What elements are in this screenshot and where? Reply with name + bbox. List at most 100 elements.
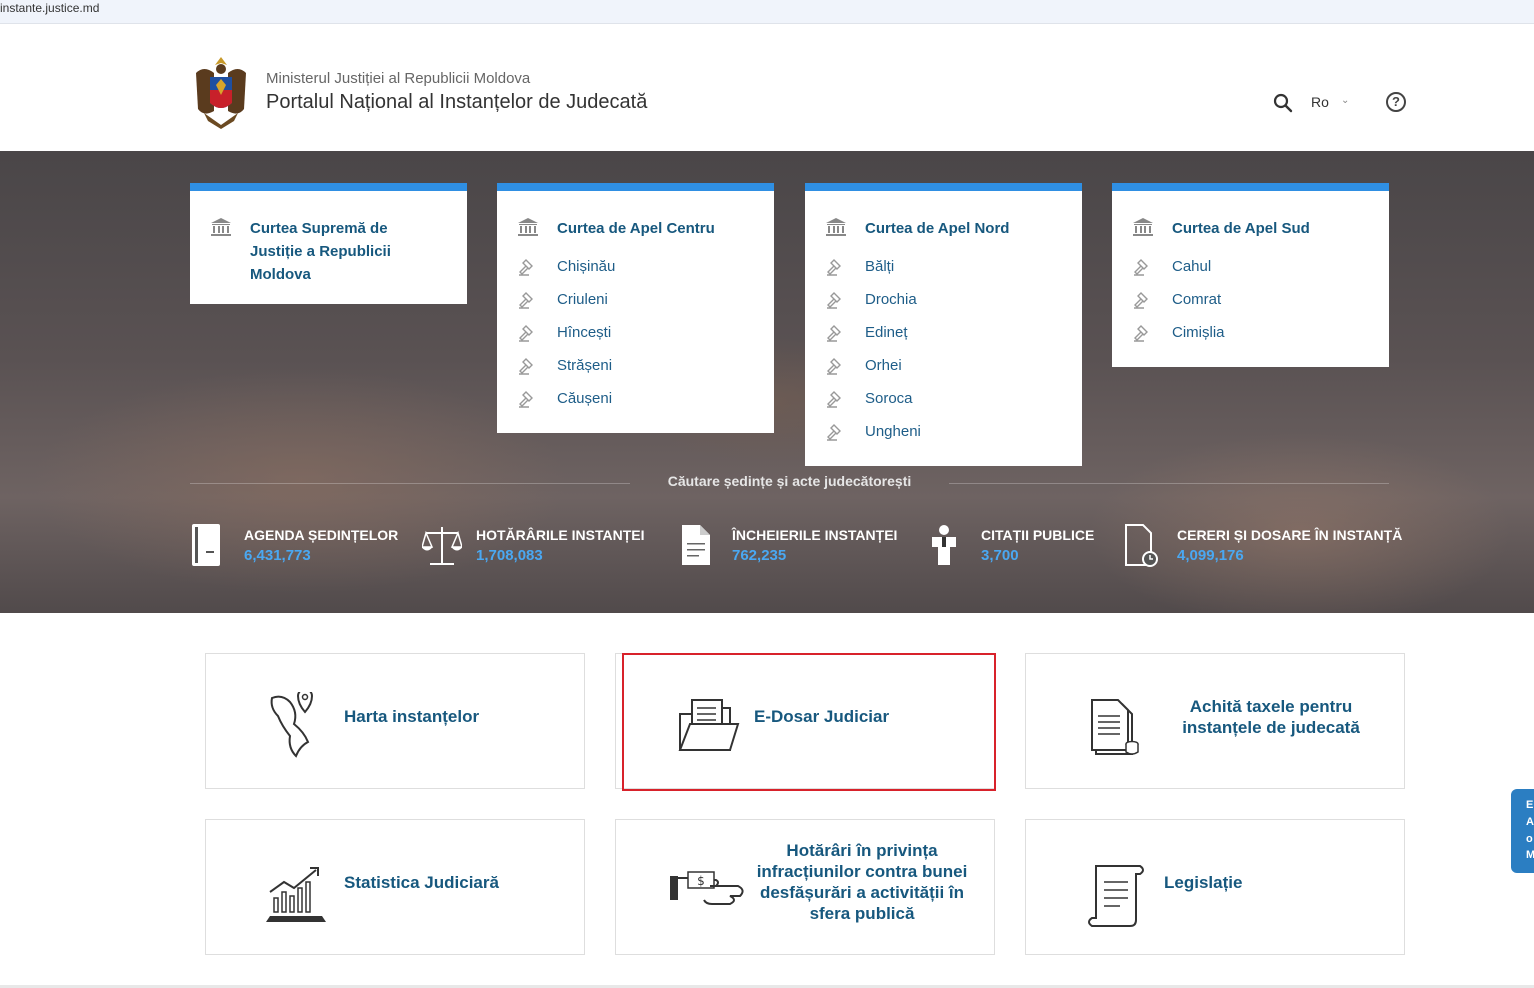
court-link-label: Chișinău <box>557 258 616 275</box>
chevron-down-icon[interactable]: ⌄ <box>1341 95 1349 106</box>
tile-label: E-Dosar Judiciar <box>754 707 890 726</box>
file-clock-icon <box>1125 524 1158 567</box>
gavel-icon <box>827 324 841 342</box>
court-link-drochia[interactable]: Drochia <box>825 283 1062 316</box>
court-link-label: Cimișlia <box>1172 324 1225 341</box>
tile-label: Achită taxele pentru instanțele de judeca… <box>1166 696 1376 738</box>
court-link-label: Orhei <box>865 357 902 374</box>
language-selector[interactable]: Ro <box>1311 94 1329 110</box>
court-title-nord[interactable]: Curtea de Apel Nord <box>865 217 1009 240</box>
stat-cereri[interactable]: CERERI ȘI DOSARE ÎN INSTANȚĂ 4,099,176 <box>1123 523 1402 567</box>
scroll-icon <box>1088 865 1144 927</box>
court-title-sud[interactable]: Curtea de Apel Sud <box>1172 217 1310 240</box>
tile-label-line: desfășurări a activității în <box>759 883 965 902</box>
court-link-balti[interactable]: Bălți <box>825 250 1062 283</box>
court-link-comrat[interactable]: Comrat <box>1132 283 1369 316</box>
stat-label: CITAȚII PUBLICE <box>981 526 1095 543</box>
url-text: instante.justice.md <box>0 1 100 15</box>
folder-icon <box>678 699 740 751</box>
court-title-centru[interactable]: Curtea de Apel Centru <box>557 217 715 240</box>
court-link-soroca[interactable]: Soroca <box>825 382 1062 415</box>
tile-label-line: Hotărâri în privința <box>786 841 938 860</box>
court-link-label: Hîncești <box>557 324 612 341</box>
court-link-orhei[interactable]: Orhei <box>825 349 1062 382</box>
moldova-coat-of-arms-icon[interactable] <box>190 51 252 131</box>
gavel-icon <box>1134 324 1148 342</box>
stat-label: AGENDA ȘEDINȚELOR <box>244 526 399 543</box>
court-link-label: Cahul <box>1172 258 1212 275</box>
court-link-edinet[interactable]: Edineț <box>825 316 1062 349</box>
search-caption: Căutare ședințe și acte judecătorești <box>667 473 912 489</box>
tile-corruption-decisions[interactable]: $ Hotărâri în privința infracțiunilor con… <box>615 819 995 955</box>
gavel-icon <box>827 357 841 375</box>
court-title-supreme[interactable]: Curtea Supremă de Justiție a Republicii … <box>250 217 420 286</box>
gavel-icon <box>827 291 841 309</box>
gavel-icon <box>519 390 533 408</box>
stat-value: 3,700 <box>981 546 1019 564</box>
tile-label: Harta instanțelor <box>344 707 480 726</box>
hand-money-icon: $ <box>670 871 744 905</box>
court-link-ungheni[interactable]: Ungheni <box>825 415 1062 448</box>
stat-label: HOTĂRÂRILE INSTANȚEI <box>476 526 645 543</box>
courthouse-icon <box>211 218 231 236</box>
gavel-icon <box>519 258 533 276</box>
court-link-chisinau[interactable]: Chișinău <box>517 250 754 283</box>
map-pin-icon <box>270 692 314 758</box>
tile-pay-taxes[interactable]: Achită taxele pentru instanțele de judeca… <box>1025 653 1405 789</box>
search-icon[interactable] <box>1272 92 1294 114</box>
side-tab-text: o <box>1526 833 1533 845</box>
stat-hotararile[interactable]: HOTĂRÂRILE INSTANȚEI 1,708,083 <box>422 523 645 567</box>
person-icon <box>932 525 956 565</box>
tile-e-dosar[interactable]: E-Dosar Judiciar <box>615 653 995 789</box>
stat-value: 1,708,083 <box>476 546 543 564</box>
help-icon[interactable]: ? <box>1386 92 1406 112</box>
court-link-cimislia[interactable]: Cimișlia <box>1132 316 1369 349</box>
tile-label: Legislație <box>1164 873 1243 892</box>
gavel-icon <box>519 291 533 309</box>
side-floating-tab[interactable]: E A o M <box>1511 789 1534 873</box>
courthouse-icon <box>1133 218 1153 236</box>
gavel-icon <box>519 324 533 342</box>
side-tab-text: A <box>1526 816 1534 828</box>
court-card-sud: Curtea de Apel Sud Cahul Comrat Cimișlia <box>1112 183 1389 367</box>
stat-citatii[interactable]: CITAȚII PUBLICE 3,700 <box>927 523 1094 567</box>
tile-label-line: sfera publică <box>809 904 915 923</box>
invoice-coins-icon <box>1091 699 1139 755</box>
stat-label: ÎNCHEIERILE INSTANȚEI <box>732 526 898 543</box>
tile-label-line: instanțele de judecată <box>1182 718 1360 737</box>
stat-agenda[interactable]: AGENDA ȘEDINȚELOR 6,431,773 <box>190 523 398 567</box>
court-link-causeni[interactable]: Căușeni <box>517 382 754 415</box>
tile-label: Hotărâri în privința infracțiunilor contr… <box>756 840 968 924</box>
court-link-label: Drochia <box>865 291 917 308</box>
document-icon <box>682 525 710 565</box>
stat-value: 6,431,773 <box>244 546 311 564</box>
portal-title[interactable]: Portalul Național al Instanțelor de Jude… <box>266 91 647 114</box>
court-link-criuleni[interactable]: Criuleni <box>517 283 754 316</box>
tile-label: Statistica Judiciară <box>344 873 499 892</box>
tile-legislation[interactable]: Legislație <box>1025 819 1405 955</box>
court-link-cahul[interactable]: Cahul <box>1132 250 1369 283</box>
search-caption-divider: Căutare ședințe și acte judecătorești <box>190 473 1389 493</box>
gavel-icon <box>519 357 533 375</box>
court-link-label: Strășeni <box>557 357 613 374</box>
browser-url-bar[interactable]: instante.justice.md <box>0 0 1534 24</box>
stat-incheierile[interactable]: ÎNCHEIERILE INSTANȚEI 762,235 <box>678 523 897 567</box>
svg-text:$: $ <box>697 874 705 888</box>
tile-label-line: infracțiunilor contra bunei <box>756 862 968 881</box>
court-link-hincesti[interactable]: Hîncești <box>517 316 754 349</box>
stat-label: CERERI ȘI DOSARE ÎN INSTANȚĂ <box>1177 526 1403 543</box>
scales-icon <box>422 527 462 565</box>
court-link-label: Soroca <box>865 390 913 407</box>
hero-section: Curtea Supremă de Justiție a Republicii … <box>0 151 1534 613</box>
tile-label-line: Achită taxele pentru <box>1189 697 1353 716</box>
agenda-icon <box>192 524 220 566</box>
stat-value: 4,099,176 <box>1177 546 1244 564</box>
gavel-icon <box>827 423 841 441</box>
side-tab-text: E <box>1526 799 1534 811</box>
tile-judicial-statistics[interactable]: Statistica Judiciară <box>205 819 585 955</box>
tile-court-map[interactable]: Harta instanțelor <box>205 653 585 789</box>
court-link-straseni[interactable]: Strășeni <box>517 349 754 382</box>
court-card-centru: Curtea de Apel Centru Chișinău Criuleni … <box>497 183 774 433</box>
laptop-chart-icon <box>266 867 326 922</box>
court-link-label: Criuleni <box>557 291 608 308</box>
